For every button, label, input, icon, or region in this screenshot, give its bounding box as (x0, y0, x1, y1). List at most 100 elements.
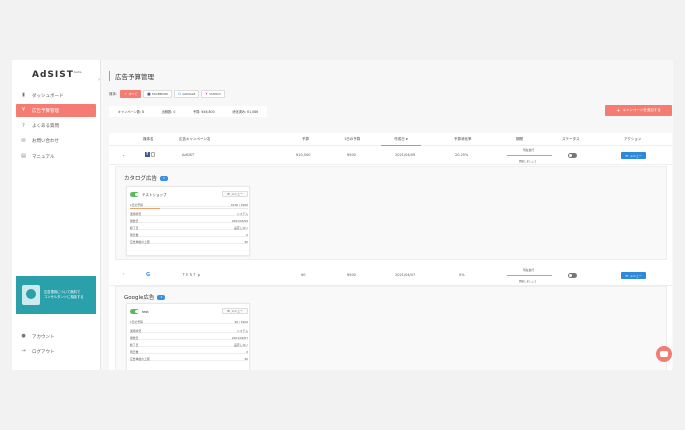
card-name: テストショップ (142, 192, 167, 197)
sidebar-item-label: マニュアル (32, 154, 55, 160)
card-row: 開始日 2021/04/07 (130, 334, 248, 340)
google-icon: G (178, 92, 181, 96)
ad-card: test メニュー 1日の予算 ¥0 / ¥100 運用状況 システム 開始日 202… (126, 303, 250, 370)
media-filter: 媒体: ✓ すべて ■ FACEBOOK G GOOGLE Y YAHOO! (109, 90, 227, 98)
collapse-sidebar-icon[interactable]: › (98, 77, 104, 85)
group-title: カタログ広告 1 (124, 174, 169, 182)
logout-icon: ⇥ (21, 348, 26, 355)
media-icons: f (145, 151, 155, 157)
col-created-label: 作成日 (394, 137, 405, 141)
page-title: 広告予算管理 (109, 71, 154, 81)
col-media[interactable]: 媒体名 (143, 137, 154, 142)
card-progress-fill (130, 208, 160, 210)
budget-value: ¥10,500 (296, 153, 311, 157)
campaign-table: 媒体名 広告キャンペーン名 予算 1日の予算 作成日 ▼ 予算消化率 期間 ステ… (109, 133, 672, 370)
col-period[interactable]: 期間 (516, 137, 523, 142)
card-row: 1日の予算 ¥0 / ¥100 (130, 318, 248, 324)
card-header: テストショップ メニュー (130, 191, 248, 198)
sidebar-item-manual[interactable]: ▤ マニュアル (16, 150, 96, 163)
stat-budget: 予算: ¥46,800 (192, 110, 215, 114)
sidebar-item-account[interactable]: ● アカウント (16, 330, 96, 343)
card-progress-bar (130, 208, 248, 210)
card-row: 1日の予算 ¥100 / ¥100 (130, 201, 248, 207)
campaign-group: Google広告 1 test メニュー 1日の予算 ¥0 / ¥100 運用状況… (115, 286, 667, 370)
card-value: 2021/04/07 (231, 335, 248, 340)
col-budget[interactable]: 予算 (302, 137, 309, 142)
card-value: システム (236, 211, 248, 216)
stat-active: 出稿数: 0 (161, 110, 176, 114)
yen-icon: ¥ (21, 107, 26, 114)
sidebar-item-faq[interactable]: ? よくある質問 (16, 120, 96, 133)
col-action[interactable]: アクション (624, 137, 641, 142)
col-campaign[interactable]: 広告キャンペーン名 (179, 137, 210, 142)
card-key: 残日数 (130, 232, 139, 237)
plus-icon: + (616, 107, 621, 114)
col-rate[interactable]: 予算消化率 (454, 137, 472, 142)
filter-chip-yahoo[interactable]: Y YAHOO! (201, 90, 225, 98)
chip-label: YAHOO! (209, 92, 221, 96)
col-status[interactable]: ステータス (562, 137, 580, 142)
card-value: 0 (246, 349, 248, 354)
card-value: 2021/04/09 (231, 218, 248, 223)
campaign-name[interactable]: AdSIST (182, 153, 194, 157)
sidebar-item-label: アカウント (32, 334, 55, 340)
card-value: ¥100 / ¥100 (231, 202, 248, 207)
chat-support-button[interactable] (656, 346, 672, 362)
sidebar-item-dashboard[interactable]: ▮ ダッシュボード (16, 89, 96, 102)
campaign-name[interactable]: ＴＥＳＴ ｐ (182, 273, 201, 278)
add-campaign-button[interactable]: + キャンペーンを追加する (605, 105, 672, 116)
group-title: Google広告 1 (124, 293, 166, 301)
col-created[interactable]: 作成日 ▼ (381, 137, 421, 146)
yahoo-icon: Y (205, 92, 208, 96)
table-row[interactable]: ⌃ G ＴＥＳＴ ｐ ¥0 ¥500 2021/04/07 0% 現在進行 開始… (109, 266, 672, 286)
card-row: 終了日 設定しない (130, 224, 248, 230)
expand-chevron-icon[interactable]: ⌃ (122, 273, 125, 277)
table-row[interactable]: ⌄ f AdSIST ¥10,500 ¥500 2021/04/09 20.25… (109, 146, 672, 165)
filter-chip-facebook[interactable]: ■ FACEBOOK (143, 90, 173, 98)
sidebar-item-label: 広告予算管理 (32, 108, 59, 114)
logo-beta: beta (73, 70, 82, 74)
sidebar-item-label: よくある質問 (32, 124, 59, 130)
sidebar-nav: ▮ ダッシュボード ¥ 広告予算管理 ? よくある質問 ✉ お問い合わせ ▤ マ… (16, 89, 96, 165)
check-icon: ✓ (124, 92, 128, 96)
card-row: 広告単価の上限 ¥0 (130, 355, 248, 361)
card-toggle[interactable] (130, 309, 139, 314)
card-row: 残日数 0 (130, 231, 248, 237)
filter-chip-all[interactable]: ✓ すべて (120, 90, 142, 98)
card-key: 終了日 (130, 225, 139, 230)
period-note: 開始しましょう (519, 279, 537, 283)
card-key: 広告単価の上限 (130, 239, 150, 244)
logo-text: AdSIST (32, 70, 74, 80)
filter-chip-google[interactable]: G GOOGLE (174, 90, 200, 98)
period-progress-bar (507, 275, 552, 277)
col-daily[interactable]: 1日の予算 (344, 137, 360, 142)
card-key: 運用状況 (130, 328, 142, 333)
card-toggle[interactable] (130, 192, 139, 197)
card-key: 残日数 (130, 349, 139, 354)
row-menu-button[interactable]: メニュー (621, 272, 646, 279)
sidebar: AdSISTbeta › ▮ ダッシュボード ¥ 広告予算管理 ? よくある質問… (12, 60, 101, 370)
daily-budget-value: ¥500 (347, 273, 356, 277)
card-menu-button[interactable]: メニュー (222, 191, 248, 197)
status-toggle[interactable] (568, 273, 577, 278)
sidebar-item-label: お問い合わせ (32, 139, 59, 145)
app-logo[interactable]: AdSISTbeta (32, 70, 82, 80)
sidebar-item-budget[interactable]: ¥ 広告予算管理 (16, 104, 96, 118)
card-menu-button[interactable]: メニュー (222, 308, 248, 314)
sidebar-item-logout[interactable]: ⇥ ログアウト (16, 345, 96, 358)
expand-chevron-icon[interactable]: ⌄ (122, 153, 125, 157)
card-row: 残日数 0 (130, 348, 248, 354)
sidebar-item-contact[interactable]: ✉ お問い合わせ (16, 135, 96, 148)
card-value: ¥0 / ¥100 (234, 319, 248, 324)
period-status: 現在進行 (523, 268, 535, 272)
facebook-icon: ■ (147, 92, 151, 96)
row-menu-button[interactable]: メニュー (621, 152, 646, 159)
card-row: 開始日 2021/04/09 (130, 217, 248, 223)
account-icon: ● (21, 333, 26, 339)
consult-banner[interactable]: 広告運用について無料で コンサルタントに相談する (16, 276, 96, 314)
count-badge: 1 (160, 175, 169, 181)
created-date: 2021/04/07 (395, 273, 416, 277)
sort-desc-icon: ▼ (405, 138, 408, 141)
status-toggle[interactable] (568, 153, 577, 158)
card-key: 広告単価の上限 (130, 356, 150, 361)
